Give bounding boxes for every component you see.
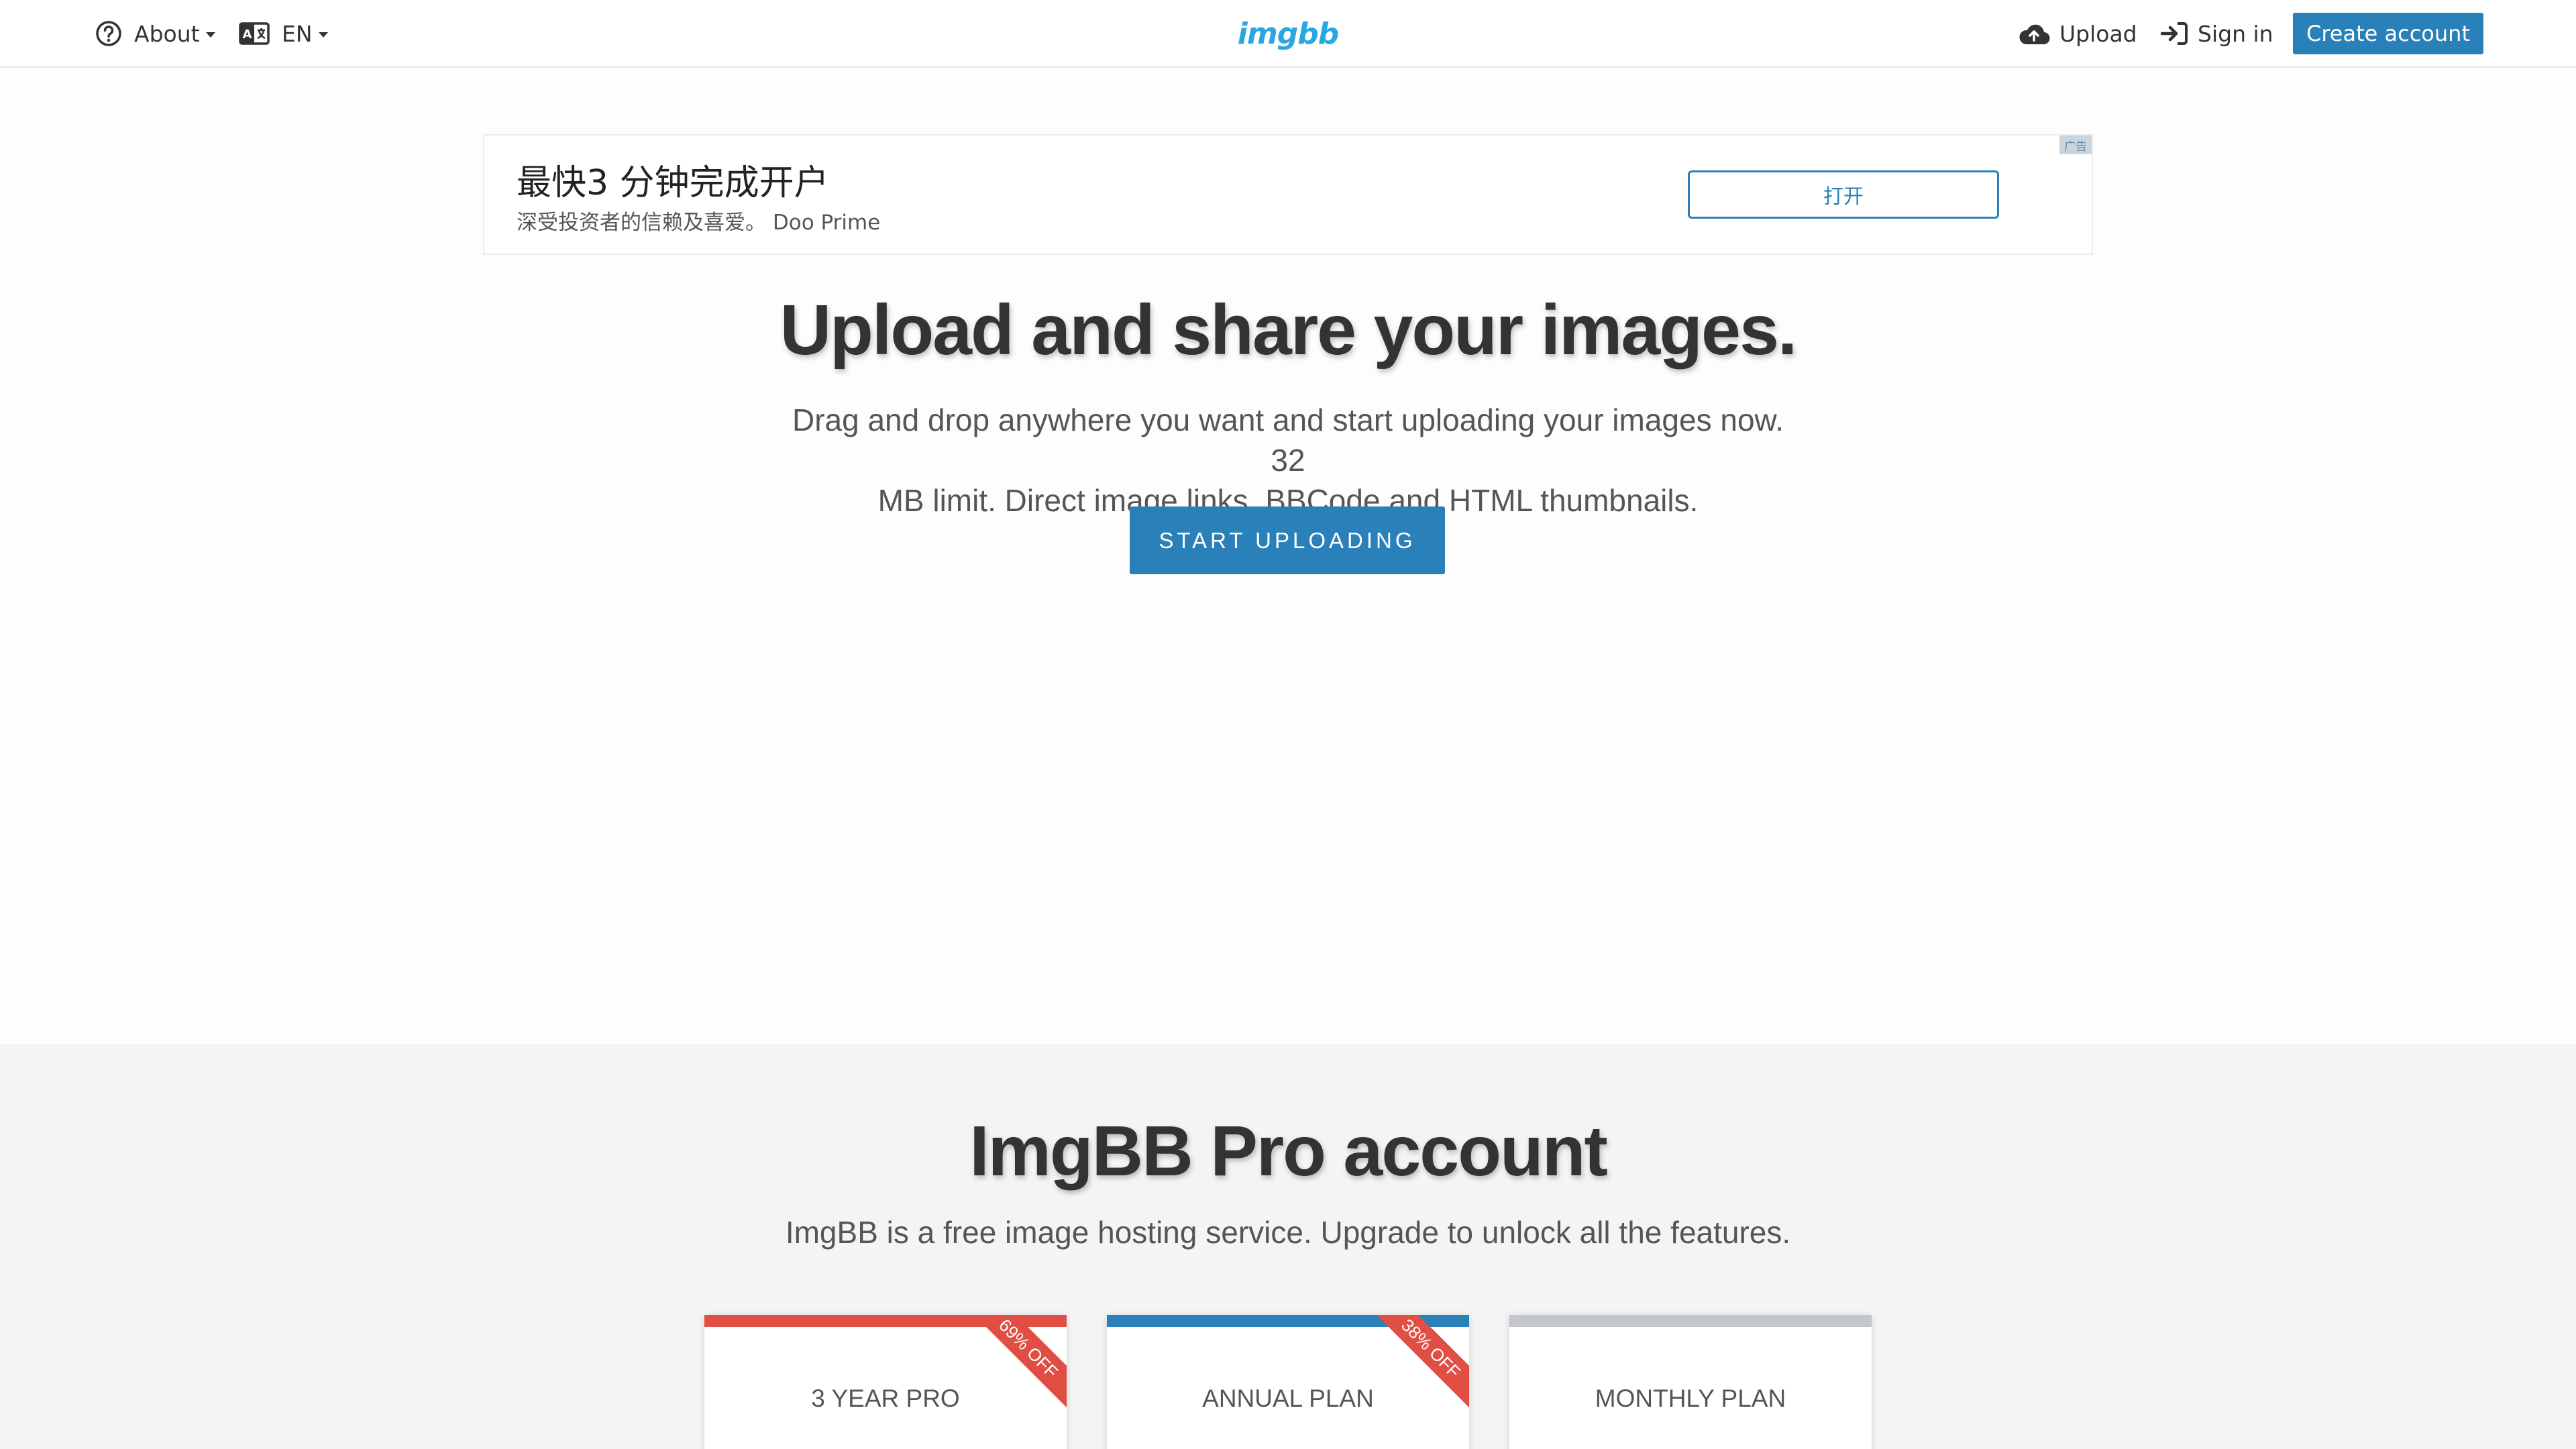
cloud-upload-icon	[2018, 21, 2050, 46]
ad-subtitle: 深受投资者的信赖及喜爱。 Doo Prime	[517, 211, 881, 235]
language-menu[interactable]: A EN	[239, 0, 328, 67]
start-uploading-button[interactable]: START UPLOADING	[1130, 506, 1445, 574]
hero-description-line: Drag and drop anywhere you want and star…	[792, 402, 1784, 478]
ad-open-button[interactable]: 打开	[1688, 170, 1999, 219]
advertisement-banner[interactable]: 最快3 分钟完成开户 深受投资者的信赖及喜爱。 Doo Prime 打开 广告	[483, 134, 2093, 255]
upload-label: Upload	[2059, 20, 2137, 47]
plan-name: MONTHLY PLAN	[1595, 1385, 1786, 1412]
about-menu[interactable]: About	[95, 0, 215, 67]
svg-text:A: A	[243, 28, 252, 42]
plan-name: 3 YEAR PRO	[811, 1385, 960, 1412]
top-navigation-bar: About A EN imgbb Upload Sign in Create a…	[0, 0, 2576, 68]
language-label: EN	[282, 20, 313, 47]
plan-card-monthly[interactable]: MONTHLY PLAN	[1509, 1315, 1872, 1449]
upload-link[interactable]: Upload	[2018, 0, 2137, 67]
pro-account-section: ImgBB Pro account ImgBB is a free image …	[0, 1044, 2576, 1449]
plan-accent-bar	[1509, 1315, 1872, 1327]
sign-in-label: Sign in	[2198, 20, 2273, 47]
plan-card-annual[interactable]: ANNUAL PLAN 38% OFF	[1107, 1315, 1469, 1449]
chevron-down-icon	[205, 32, 215, 38]
plan-card-3-year[interactable]: 3 YEAR PRO 69% OFF	[704, 1315, 1067, 1449]
about-label: About	[134, 20, 200, 47]
create-account-button[interactable]: Create account	[2293, 13, 2483, 54]
chevron-down-icon	[318, 32, 328, 38]
pro-description: ImgBB is a free image hosting service. U…	[785, 1215, 1791, 1250]
sign-in-link[interactable]: Sign in	[2160, 0, 2273, 67]
plan-name: ANNUAL PLAN	[1202, 1385, 1374, 1412]
pro-title: ImgBB Pro account	[969, 1112, 1608, 1191]
ad-title: 最快3 分钟完成开户	[517, 163, 829, 203]
ad-badge[interactable]: 广告	[2059, 136, 2092, 154]
hero-title: Upload and share your images.	[780, 290, 1798, 370]
hero-description: Drag and drop anywhere you want and star…	[771, 400, 1805, 521]
sign-in-icon	[2160, 21, 2188, 46]
imgbb-logo[interactable]: imgbb	[1238, 12, 1339, 55]
help-circle-icon	[95, 20, 122, 47]
language-icon: A	[239, 22, 270, 45]
